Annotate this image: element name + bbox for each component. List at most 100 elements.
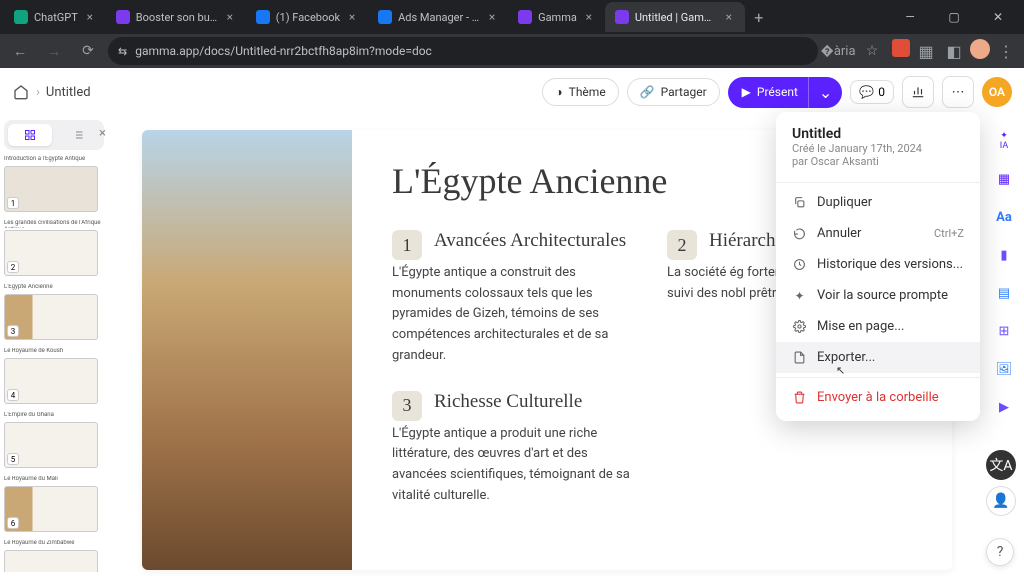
chat-button[interactable]: 👤	[986, 486, 1016, 516]
text-format-button[interactable]: Aa	[991, 204, 1017, 230]
close-panel-icon[interactable]: ×	[99, 126, 106, 141]
thumb-number: 1	[7, 197, 19, 209]
tab-label: Gamma	[538, 11, 577, 24]
breadcrumb: › Untitled	[12, 83, 91, 101]
ai-button[interactable]: ✦IA	[991, 128, 1017, 154]
extension-icon[interactable]	[892, 39, 910, 57]
slide-thumb[interactable]: L'Empire du Ghana5	[4, 412, 104, 468]
menu-trash[interactable]: Envoyer à la corbeille	[776, 382, 980, 413]
forward-button[interactable]: →	[40, 37, 68, 65]
undo-icon	[792, 226, 807, 241]
grid-view-button[interactable]	[8, 124, 52, 146]
close-icon[interactable]: ×	[224, 11, 236, 23]
theme-button[interactable]: ◑ Thème	[542, 78, 618, 106]
thumb-number: 6	[7, 517, 19, 529]
language-button[interactable]: 文A	[986, 450, 1016, 480]
new-tab-button[interactable]: +	[745, 3, 773, 31]
view-toggle	[4, 120, 104, 150]
share-button[interactable]: 🔗 Partager	[627, 78, 720, 106]
browser-tab-strip: ChatGPT × Booster son business × (1) Fac…	[0, 0, 1024, 34]
right-tool-rail: ✦IA ▦ Aa ▮ ▤ ⊞ 🖼 ▶	[988, 128, 1020, 420]
menu-duplicate[interactable]: Dupliquer	[776, 187, 980, 218]
palette-icon: ◑	[555, 85, 562, 99]
menu-export[interactable]: Exporter... ↖	[776, 342, 980, 373]
doc-title[interactable]: Untitled	[46, 85, 91, 100]
thumb-title: Le Royaume du Mali	[4, 476, 104, 484]
tab-label: Booster son business	[136, 11, 218, 24]
tab-untitled-gamma[interactable]: Untitled | Gamma ×	[605, 2, 745, 32]
visual-button[interactable]: ⊞	[991, 318, 1017, 344]
close-icon[interactable]: ×	[486, 11, 498, 23]
slide-thumb[interactable]: Le Royaume du Mali 6	[4, 476, 104, 532]
back-button[interactable]: ←	[6, 37, 34, 65]
tab-facebook[interactable]: (1) Facebook ×	[246, 2, 368, 32]
item-heading[interactable]: Avancées Architecturales	[392, 230, 637, 253]
help-button[interactable]: ?	[986, 538, 1014, 566]
chevron-down-icon[interactable]: ⌄	[808, 77, 842, 108]
menu-history[interactable]: Historique des versions...	[776, 249, 980, 280]
menu-page-setup[interactable]: Mise en page...	[776, 311, 980, 342]
url-text: gamma.app/docs/Untitled-nrr2bctfh8ap8im?…	[135, 44, 432, 58]
thumbnail-list: Introduction à l'Égypte Antique1 Les gra…	[4, 156, 104, 572]
item-body[interactable]: L'Égypte antique a construit des monumen…	[392, 263, 637, 367]
profile-icon[interactable]	[970, 39, 990, 59]
slide-thumb[interactable]: Le Royaume du Zimbabwe7	[4, 540, 104, 572]
tab-chatgpt[interactable]: ChatGPT ×	[4, 2, 106, 32]
card-template-button[interactable]: ▦	[991, 166, 1017, 192]
more-menu: Untitled Créé le January 17th, 2024 par …	[776, 112, 980, 421]
thumb-title: L'Empire du Ghana	[4, 412, 104, 420]
slide-panel: × Introduction à l'Égypte Antique1 Les g…	[4, 120, 104, 572]
item-body[interactable]: L'Égypte antique a produit une riche lit…	[392, 424, 637, 507]
address-bar: ← → ⟳ ⇆ gamma.app/docs/Untitled-nrr2bctf…	[0, 34, 1024, 68]
avatar[interactable]: OA	[982, 77, 1012, 107]
menu-undo[interactable]: Annuler Ctrl+Z	[776, 218, 980, 249]
close-icon[interactable]: ×	[583, 11, 595, 23]
menu-label: Dupliquer	[817, 195, 872, 210]
share-label: Partager	[661, 85, 707, 99]
tab-label: Ads Manager - Mana	[398, 11, 480, 24]
bookmark-icon[interactable]: ☆	[858, 37, 886, 65]
reload-button[interactable]: ⟳	[74, 37, 102, 65]
layout-button[interactable]: ▤	[991, 280, 1017, 306]
tab-ads-manager[interactable]: Ads Manager - Mana ×	[368, 2, 508, 32]
item-number: 2	[667, 230, 697, 260]
more-button[interactable]: ⋯	[942, 76, 974, 108]
video-button[interactable]: ▶	[991, 394, 1017, 420]
browser-menu-icon[interactable]: ⋮	[994, 39, 1018, 63]
list-view-button[interactable]	[56, 124, 100, 146]
present-button[interactable]: ▶ Présent ⌄	[728, 77, 843, 108]
close-icon[interactable]: ×	[84, 11, 96, 23]
close-icon[interactable]: ×	[346, 11, 358, 23]
maximize-button[interactable]: ▢	[932, 0, 976, 34]
install-app-icon[interactable]: �ària	[824, 37, 852, 65]
item-heading[interactable]: Richesse Culturelle	[392, 391, 637, 414]
slide-thumb[interactable]: Le Royaume de Koush4	[4, 348, 104, 404]
extension-icon[interactable]: ◧	[942, 39, 966, 63]
sparkle-icon: ✦	[792, 288, 807, 303]
comments-button[interactable]: 💬 0	[850, 80, 894, 104]
chart-icon	[911, 85, 925, 99]
menu-source[interactable]: ✦ Voir la source prompte	[776, 280, 980, 311]
analytics-button[interactable]	[902, 76, 934, 108]
menu-doc-title: Untitled	[792, 126, 964, 142]
image-button[interactable]: 🖼	[991, 356, 1017, 382]
history-icon	[792, 257, 807, 272]
site-info-icon[interactable]: ⇆	[118, 45, 127, 58]
slide-thumb[interactable]: Les grandes civilisations de l'Afrique A…	[4, 220, 104, 276]
callout-button[interactable]: ▮	[991, 242, 1017, 268]
slide-thumb[interactable]: L'Égypte Ancienne3	[4, 284, 104, 340]
home-icon[interactable]	[12, 83, 30, 101]
tab-booster[interactable]: Booster son business ×	[106, 2, 246, 32]
minimize-button[interactable]: ―	[888, 0, 932, 34]
thumb-title: L'Égypte Ancienne	[4, 284, 104, 292]
close-icon[interactable]: ×	[723, 11, 735, 23]
menu-label: Annuler	[817, 226, 861, 241]
slide-thumb[interactable]: Introduction à l'Égypte Antique1	[4, 156, 104, 212]
tab-label: Untitled | Gamma	[635, 11, 717, 24]
slide-image[interactable]	[142, 130, 352, 570]
close-window-button[interactable]: ✕	[976, 0, 1020, 34]
extension-icon[interactable]: ▦	[914, 39, 938, 63]
url-field[interactable]: ⇆ gamma.app/docs/Untitled-nrr2bctfh8ap8i…	[108, 37, 818, 65]
tab-gamma[interactable]: Gamma ×	[508, 2, 605, 32]
play-icon: ▶	[742, 85, 751, 99]
